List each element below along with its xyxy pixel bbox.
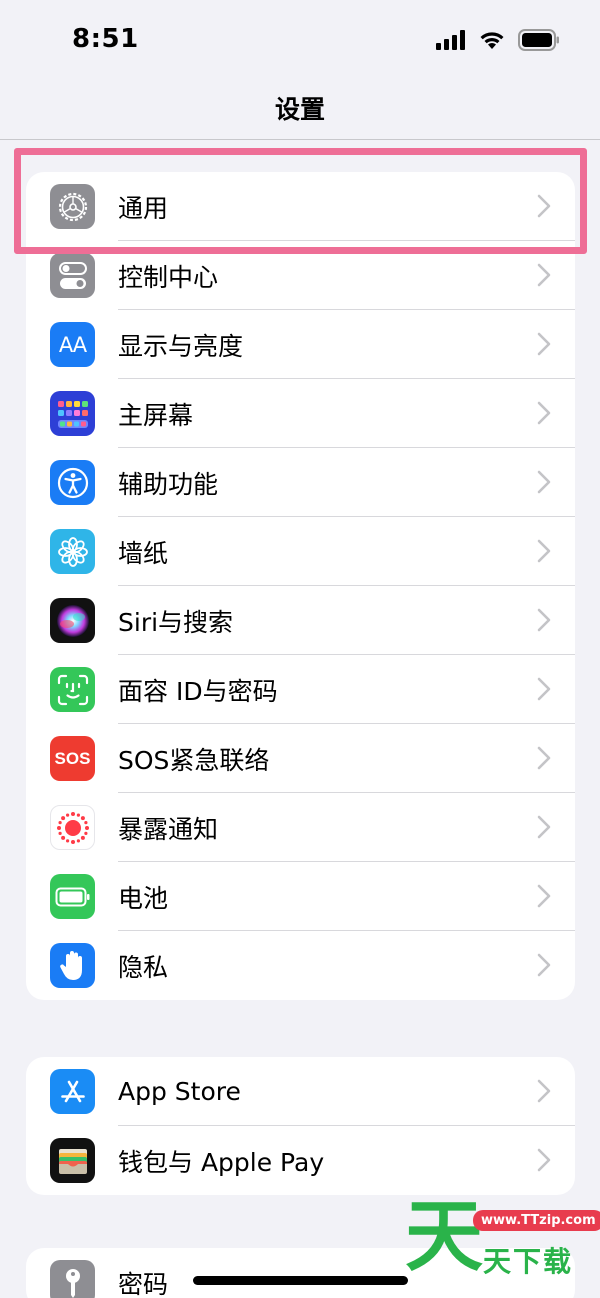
chevron-right-icon [537,263,551,287]
settings-row-siri-search[interactable]: Siri与搜索 [26,586,575,655]
wallpaper-icon [50,529,95,574]
sos-icon: SOS [50,736,95,781]
settings-row-home-screen[interactable]: 主屏幕 [26,379,575,448]
chevron-right-icon [537,470,551,494]
status-time: 8:51 [72,24,139,54]
watermark-text: 天下载 [483,1245,574,1278]
settings-row-app-store[interactable]: App Store [26,1057,575,1126]
privacy-hand-icon [50,943,95,988]
settings-row-label: 辅助功能 [118,469,219,499]
home-screen-icon [50,391,95,436]
settings-row-battery[interactable]: 电池 [26,862,575,931]
settings-row-label: App Store [118,1077,241,1106]
status-icons [436,28,560,52]
watermark-url: www.TTzip.com [473,1210,600,1231]
settings-row-label: 钱包与 Apple Pay [118,1147,325,1177]
navigation-bar: 设置 [0,82,600,140]
settings-row-wallpaper[interactable]: 墙纸 [26,517,575,586]
wifi-icon [480,32,504,49]
cellular-signal-icon [436,30,465,50]
settings-row-control-center[interactable]: 控制中心 [26,241,575,310]
settings-row-label: Siri与搜索 [118,607,234,637]
gear-icon [50,184,95,229]
settings-row-face-id-passcode[interactable]: 面容 ID与密码 [26,655,575,724]
settings-row-wallet-apple-pay[interactable]: 钱包与 Apple Pay [26,1126,575,1195]
watermark: 天 www.TTzip.com 天下载 [405,1198,600,1298]
chevron-right-icon [537,677,551,701]
settings-row-privacy[interactable]: 隐私 [26,931,575,1000]
status-bar: 8:51 [0,0,600,82]
control-center-icon [50,253,95,298]
settings-group-store: App Store 钱包与 Apple Pay [26,1057,575,1195]
chevron-right-icon [537,194,551,218]
settings-row-accessibility[interactable]: 辅助功能 [26,448,575,517]
settings-row-label: 暴露通知 [118,814,219,844]
sos-icon-text: SOS [54,748,91,768]
chevron-right-icon [537,953,551,977]
chevron-right-icon [537,815,551,839]
settings-row-label: 面容 ID与密码 [118,676,278,706]
chevron-right-icon [537,539,551,563]
key-icon [50,1260,95,1298]
chevron-right-icon [537,1148,551,1172]
settings-row-label: 控制中心 [118,262,219,292]
watermark-logo-char: 天 [405,1192,484,1282]
settings-group-main: 通用 控制中心 AA 显示与亮度 主屏幕 辅助功能 墙纸 Siri与搜索 面容 … [26,172,575,1000]
face-id-icon [50,667,95,712]
settings-row-general[interactable]: 通用 [26,172,575,241]
siri-icon [50,598,95,643]
settings-row-label: 密码 [118,1269,169,1298]
chevron-right-icon [537,1079,551,1103]
chevron-right-icon [537,884,551,908]
accessibility-icon [50,460,95,505]
settings-row-exposure-notifications[interactable]: 暴露通知 [26,793,575,862]
display-brightness-icon: AA [50,322,95,367]
settings-row-emergency-sos[interactable]: SOS SOS紧急联络 [26,724,575,793]
settings-row-label: 主屏幕 [118,400,194,430]
chevron-right-icon [537,401,551,425]
app-store-icon [50,1069,95,1114]
display-icon-text: AA [58,332,87,357]
battery-status-icon [518,29,559,51]
exposure-notification-icon [50,805,95,850]
settings-row-label: SOS紧急联络 [118,745,270,775]
settings-row-display-brightness[interactable]: AA 显示与亮度 [26,310,575,379]
chevron-right-icon [537,608,551,632]
chevron-right-icon [537,332,551,356]
settings-row-label: 通用 [118,193,169,223]
chevron-right-icon [537,746,551,770]
settings-row-label: 隐私 [118,952,169,982]
settings-row-label: 墙纸 [118,538,169,568]
settings-row-label: 显示与亮度 [118,331,244,361]
wallet-icon [50,1138,95,1183]
battery-icon [50,874,95,919]
page-title: 设置 [274,95,325,124]
home-indicator[interactable] [193,1276,408,1285]
settings-row-label: 电池 [118,883,169,913]
